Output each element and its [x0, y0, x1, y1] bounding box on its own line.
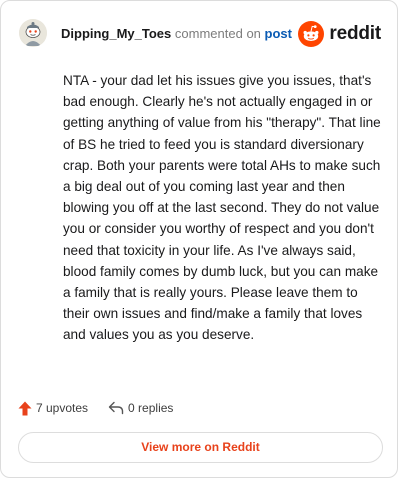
- reddit-logo-icon: [298, 21, 325, 47]
- comment-action-text: commented on: [174, 26, 261, 41]
- upvote-stat[interactable]: 7 upvotes: [18, 401, 88, 416]
- comment-author[interactable]: Dipping_My_Toes: [61, 26, 171, 41]
- comment-body: NTA - your dad let his issues give you i…: [63, 73, 381, 343]
- reddit-wordmark: reddit: [329, 23, 381, 44]
- reply-stat[interactable]: 0 replies: [108, 401, 173, 415]
- snoo-avatar-icon: [19, 19, 47, 47]
- view-more-on-reddit-button[interactable]: View more on Reddit: [18, 432, 383, 463]
- comment-footer: 7 upvotes 0 replies: [18, 397, 173, 419]
- reply-arrow-icon: [108, 401, 124, 415]
- author-line: Dipping_My_Toes commented on post: [61, 26, 292, 42]
- upvote-count: 7 upvotes: [36, 401, 89, 415]
- reply-count: 0 replies: [128, 401, 174, 415]
- user-avatar[interactable]: [19, 19, 47, 47]
- post-link[interactable]: post: [265, 26, 292, 41]
- comment-header: Dipping_My_Toes commented on post reddit: [19, 19, 381, 49]
- upvote-arrow-icon: [18, 401, 32, 415]
- reddit-brand[interactable]: reddit: [298, 20, 381, 48]
- comment-embed-card: Dipping_My_Toes commented on post reddit…: [0, 0, 398, 478]
